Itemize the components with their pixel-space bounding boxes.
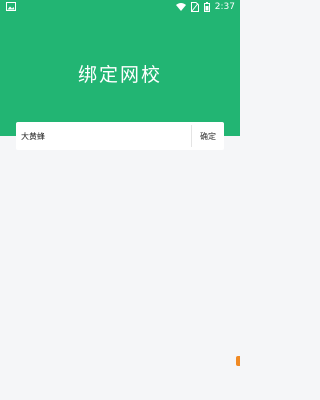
status-icons: 2:37 [171, 1, 235, 13]
confirm-button[interactable]: 确定 [192, 122, 224, 150]
floating-edge-tab[interactable] [236, 356, 240, 366]
bind-school-form: 确定 [16, 122, 224, 150]
image-notification-icon [6, 2, 16, 11]
status-bar: 2:37 [0, 0, 240, 14]
battery-icon [203, 2, 210, 12]
wifi-icon [175, 3, 186, 11]
status-time: 2:37 [214, 2, 235, 12]
school-name-input[interactable] [16, 122, 191, 150]
page-title: 绑定网校 [77, 64, 162, 86]
header-banner: 2:37 绑定网校 [0, 0, 240, 136]
no-sim-icon [190, 2, 199, 12]
